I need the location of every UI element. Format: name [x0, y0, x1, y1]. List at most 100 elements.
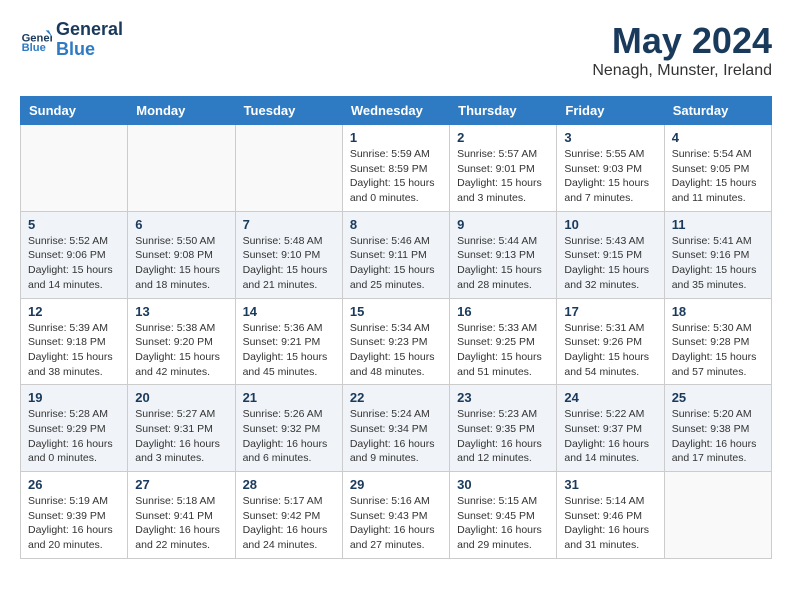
day-info: Sunrise: 5:30 AM Sunset: 9:28 PM Dayligh…	[672, 321, 764, 380]
calendar-cell: 9 Sunrise: 5:44 AM Sunset: 9:13 PM Daylig…	[450, 211, 557, 298]
calendar-cell: 17 Sunrise: 5:31 AM Sunset: 9:26 PM Dayli…	[557, 298, 664, 385]
weekday-header-thursday: Thursday	[450, 97, 557, 125]
calendar-cell: 2 Sunrise: 5:57 AM Sunset: 9:01 PM Daylig…	[450, 125, 557, 212]
calendar-cell: 23 Sunrise: 5:23 AM Sunset: 9:35 PM Dayli…	[450, 385, 557, 472]
calendar-cell: 27 Sunrise: 5:18 AM Sunset: 9:41 PM Dayli…	[128, 472, 235, 559]
day-number: 3	[564, 130, 656, 145]
day-info: Sunrise: 5:34 AM Sunset: 9:23 PM Dayligh…	[350, 321, 442, 380]
day-number: 17	[564, 304, 656, 319]
calendar-week-row: 1 Sunrise: 5:59 AM Sunset: 8:59 PM Daylig…	[21, 125, 772, 212]
day-info: Sunrise: 5:55 AM Sunset: 9:03 PM Dayligh…	[564, 147, 656, 206]
day-number: 8	[350, 217, 442, 232]
calendar-cell	[235, 125, 342, 212]
calendar-cell: 19 Sunrise: 5:28 AM Sunset: 9:29 PM Dayli…	[21, 385, 128, 472]
logo-blue: Blue	[56, 40, 123, 60]
day-number: 31	[564, 477, 656, 492]
day-number: 27	[135, 477, 227, 492]
day-number: 23	[457, 390, 549, 405]
calendar-cell: 5Sunrise: 5:52 AM Sunset: 9:06 PM Daylig…	[21, 211, 128, 298]
logo-text: General Blue	[56, 20, 123, 60]
weekday-header-monday: Monday	[128, 97, 235, 125]
calendar-cell: 31 Sunrise: 5:14 AM Sunset: 9:46 PM Dayli…	[557, 472, 664, 559]
day-info: Sunrise: 5:59 AM Sunset: 8:59 PM Dayligh…	[350, 147, 442, 206]
day-info: Sunrise: 5:48 AM Sunset: 9:10 PM Dayligh…	[243, 234, 335, 293]
day-number: 18	[672, 304, 764, 319]
calendar-cell: 8 Sunrise: 5:46 AM Sunset: 9:11 PM Daylig…	[342, 211, 449, 298]
day-info: Sunrise: 5:44 AM Sunset: 9:13 PM Dayligh…	[457, 234, 549, 293]
day-info: Sunrise: 5:15 AM Sunset: 9:45 PM Dayligh…	[457, 494, 549, 553]
day-info: Sunrise: 5:16 AM Sunset: 9:43 PM Dayligh…	[350, 494, 442, 553]
day-info: Sunrise: 5:18 AM Sunset: 9:41 PM Dayligh…	[135, 494, 227, 553]
day-number: 19	[28, 390, 120, 405]
location: Nenagh, Munster, Ireland	[592, 62, 772, 80]
day-info: Sunrise: 5:17 AM Sunset: 9:42 PM Dayligh…	[243, 494, 335, 553]
day-number: 21	[243, 390, 335, 405]
calendar-cell: 13 Sunrise: 5:38 AM Sunset: 9:20 PM Dayli…	[128, 298, 235, 385]
day-number: 13	[135, 304, 227, 319]
day-number: 29	[350, 477, 442, 492]
calendar-cell: 22 Sunrise: 5:24 AM Sunset: 9:34 PM Dayli…	[342, 385, 449, 472]
calendar-table: SundayMondayTuesdayWednesdayThursdayFrid…	[20, 96, 772, 559]
day-info: Sunrise: 5:20 AM Sunset: 9:38 PM Dayligh…	[672, 407, 764, 466]
day-info: Sunrise: 5:23 AM Sunset: 9:35 PM Dayligh…	[457, 407, 549, 466]
weekday-header-wednesday: Wednesday	[342, 97, 449, 125]
day-number: 20	[135, 390, 227, 405]
day-number: 12	[28, 304, 120, 319]
day-info: Sunrise: 5:57 AM Sunset: 9:01 PM Dayligh…	[457, 147, 549, 206]
weekday-header-saturday: Saturday	[664, 97, 771, 125]
weekday-header-tuesday: Tuesday	[235, 97, 342, 125]
calendar-cell: 3 Sunrise: 5:55 AM Sunset: 9:03 PM Daylig…	[557, 125, 664, 212]
day-number: 2	[457, 130, 549, 145]
day-number: 28	[243, 477, 335, 492]
calendar-week-row: 26Sunrise: 5:19 AM Sunset: 9:39 PM Dayli…	[21, 472, 772, 559]
calendar-cell: 21Sunrise: 5:26 AM Sunset: 9:32 PM Dayli…	[235, 385, 342, 472]
calendar-cell: 18 Sunrise: 5:30 AM Sunset: 9:28 PM Dayli…	[664, 298, 771, 385]
day-number: 30	[457, 477, 549, 492]
month-title: May 2024	[592, 20, 772, 62]
day-info: Sunrise: 5:46 AM Sunset: 9:11 PM Dayligh…	[350, 234, 442, 293]
calendar-cell: 16 Sunrise: 5:33 AM Sunset: 9:25 PM Dayli…	[450, 298, 557, 385]
day-info: Sunrise: 5:41 AM Sunset: 9:16 PM Dayligh…	[672, 234, 764, 293]
weekday-header-sunday: Sunday	[21, 97, 128, 125]
day-info: Sunrise: 5:39 AM Sunset: 9:18 PM Dayligh…	[28, 321, 120, 380]
day-number: 22	[350, 390, 442, 405]
calendar-cell: 30 Sunrise: 5:15 AM Sunset: 9:45 PM Dayli…	[450, 472, 557, 559]
calendar-cell: 28 Sunrise: 5:17 AM Sunset: 9:42 PM Dayli…	[235, 472, 342, 559]
calendar-cell: 6Sunrise: 5:50 AM Sunset: 9:08 PM Daylig…	[128, 211, 235, 298]
calendar-cell: 1 Sunrise: 5:59 AM Sunset: 8:59 PM Daylig…	[342, 125, 449, 212]
calendar-cell	[21, 125, 128, 212]
weekday-header-friday: Friday	[557, 97, 664, 125]
logo-icon: General Blue	[20, 24, 52, 56]
day-info: Sunrise: 5:54 AM Sunset: 9:05 PM Dayligh…	[672, 147, 764, 206]
day-number: 4	[672, 130, 764, 145]
day-number: 1	[350, 130, 442, 145]
day-info: Sunrise: 5:28 AM Sunset: 9:29 PM Dayligh…	[28, 407, 120, 466]
day-number: 14	[243, 304, 335, 319]
day-info: Sunrise: 5:36 AM Sunset: 9:21 PM Dayligh…	[243, 321, 335, 380]
day-info: Sunrise: 5:33 AM Sunset: 9:25 PM Dayligh…	[457, 321, 549, 380]
day-number: 6	[135, 217, 227, 232]
day-info: Sunrise: 5:27 AM Sunset: 9:31 PM Dayligh…	[135, 407, 227, 466]
calendar-cell	[664, 472, 771, 559]
svg-text:Blue: Blue	[22, 42, 46, 54]
calendar-cell: 24Sunrise: 5:22 AM Sunset: 9:37 PM Dayli…	[557, 385, 664, 472]
day-info: Sunrise: 5:14 AM Sunset: 9:46 PM Dayligh…	[564, 494, 656, 553]
day-number: 15	[350, 304, 442, 319]
calendar-cell: 4 Sunrise: 5:54 AM Sunset: 9:05 PM Daylig…	[664, 125, 771, 212]
page-header: General Blue General Blue May 2024 Nenag…	[20, 20, 772, 80]
day-number: 5	[28, 217, 120, 232]
day-number: 16	[457, 304, 549, 319]
title-block: May 2024 Nenagh, Munster, Ireland	[592, 20, 772, 80]
weekday-header-row: SundayMondayTuesdayWednesdayThursdayFrid…	[21, 97, 772, 125]
calendar-cell: 29 Sunrise: 5:16 AM Sunset: 9:43 PM Dayli…	[342, 472, 449, 559]
day-info: Sunrise: 5:22 AM Sunset: 9:37 PM Dayligh…	[564, 407, 656, 466]
calendar-cell: 11Sunrise: 5:41 AM Sunset: 9:16 PM Dayli…	[664, 211, 771, 298]
day-info: Sunrise: 5:31 AM Sunset: 9:26 PM Dayligh…	[564, 321, 656, 380]
day-number: 26	[28, 477, 120, 492]
day-number: 9	[457, 217, 549, 232]
calendar-cell: 7Sunrise: 5:48 AM Sunset: 9:10 PM Daylig…	[235, 211, 342, 298]
day-info: Sunrise: 5:24 AM Sunset: 9:34 PM Dayligh…	[350, 407, 442, 466]
day-info: Sunrise: 5:38 AM Sunset: 9:20 PM Dayligh…	[135, 321, 227, 380]
calendar-week-row: 5Sunrise: 5:52 AM Sunset: 9:06 PM Daylig…	[21, 211, 772, 298]
calendar-cell: 15 Sunrise: 5:34 AM Sunset: 9:23 PM Dayli…	[342, 298, 449, 385]
